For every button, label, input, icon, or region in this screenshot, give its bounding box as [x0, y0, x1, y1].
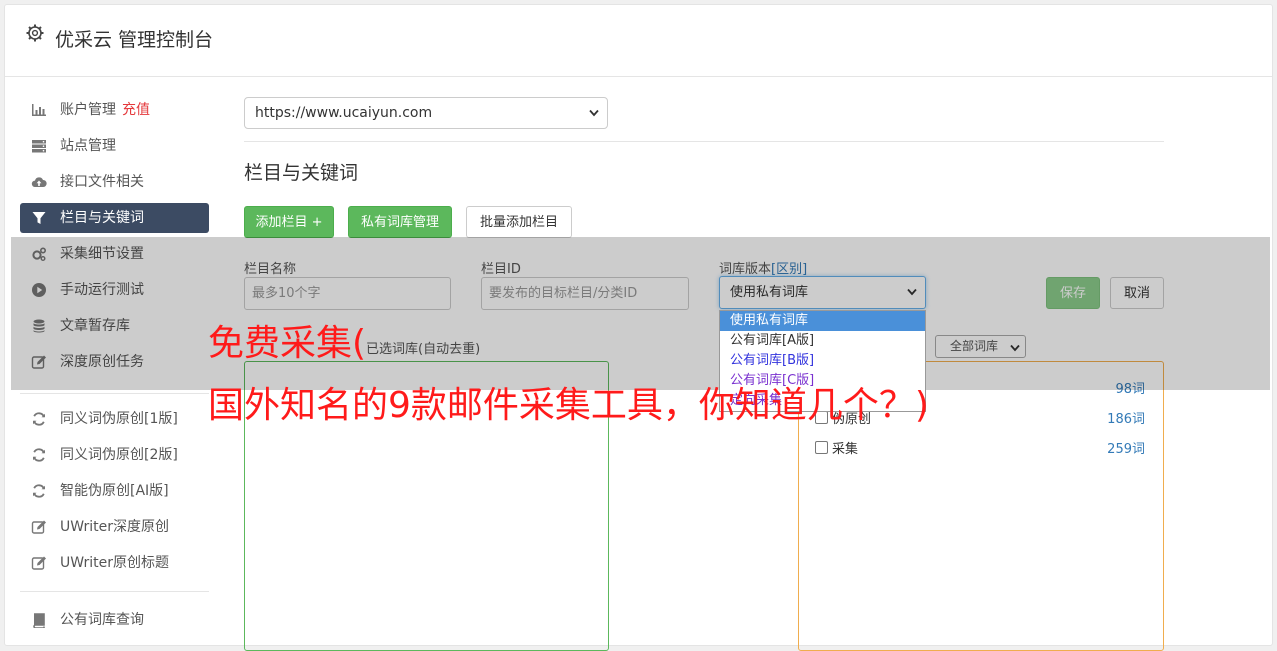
overlay-caption-line1: 免费采集( — [208, 323, 367, 364]
site-select-value: https://www.ucaiyun.com — [255, 105, 433, 121]
divider — [244, 141, 1164, 142]
sidebar-item-label: 接口文件相关 — [60, 174, 144, 190]
sidebar-divider — [20, 393, 209, 394]
site-select[interactable]: https://www.ucaiyun.com — [244, 97, 608, 129]
sidebar-item-label: UWriter原创标题 — [60, 555, 169, 571]
image-overlay — [11, 237, 1270, 390]
section-title: 栏目与关键词 — [244, 162, 359, 184]
filter-icon — [32, 212, 46, 224]
sidebar-item-account[interactable]: 账户管理 充值 — [20, 95, 209, 125]
lib-count: 186词 — [1107, 412, 1145, 427]
gear-icon — [26, 24, 44, 42]
dropdown-option[interactable]: 公有词库[A版] — [720, 331, 925, 351]
sidebar-item-public-lib-query[interactable]: 公有词库查询 — [20, 605, 209, 635]
sidebar-item-synonym-v2[interactable]: 同义词伪原创[2版] — [20, 440, 209, 470]
sidebar-item-label: 栏目与关键词 — [60, 210, 144, 226]
chevron-down-icon — [589, 109, 599, 117]
sidebar-item-interface-files[interactable]: 接口文件相关 — [20, 167, 209, 197]
page-title: 优采云 管理控制台 — [55, 29, 214, 51]
sidebar-item-uwriter-deep[interactable]: UWriter深度原创 — [20, 512, 209, 542]
private-lib-button[interactable]: 私有词库管理 — [348, 206, 452, 238]
bar-chart-icon — [32, 104, 46, 116]
sidebar-item-label: 同义词伪原创[1版] — [60, 411, 178, 427]
sidebar-item-label: 智能伪原创[AI版] — [60, 483, 169, 499]
dropdown-option[interactable]: 公有词库[B版] — [720, 351, 925, 371]
dropdown-option[interactable]: 使用私有词库 — [720, 311, 925, 331]
refresh-icon — [33, 412, 45, 426]
edit-icon — [31, 520, 46, 534]
refresh-icon — [33, 448, 45, 462]
lib-name: 采集 — [832, 442, 859, 457]
refresh-icon — [33, 484, 45, 498]
recharge-link[interactable]: 充值 — [122, 102, 150, 118]
sidebar-divider — [20, 591, 209, 592]
console-header: 优采云 管理控制台 — [5, 5, 1272, 77]
cloud-upload-icon — [31, 177, 47, 187]
sidebar-item-label: 账户管理 — [60, 102, 116, 118]
sidebar-item-label: 同义词伪原创[2版] — [60, 447, 178, 463]
server-icon — [32, 140, 46, 153]
list-item[interactable]: 采集 259词 — [815, 438, 1145, 458]
sidebar-item-label: UWriter深度原创 — [60, 519, 169, 535]
sidebar-item-sites[interactable]: 站点管理 — [20, 131, 209, 161]
sidebar-item-label: 公有词库查询 — [60, 612, 144, 628]
edit-icon — [31, 556, 46, 570]
batch-add-button[interactable]: 批量添加栏目 — [466, 206, 572, 238]
lib-count: 259词 — [1107, 442, 1145, 457]
add-column-button[interactable]: 添加栏目 + — [244, 206, 334, 238]
sidebar-item-columns-keywords[interactable]: 栏目与关键词 — [20, 203, 209, 233]
lib-checkbox[interactable] — [815, 441, 828, 454]
book-icon — [33, 613, 45, 628]
sidebar-item-ai-original[interactable]: 智能伪原创[AI版] — [20, 476, 209, 506]
sidebar-item-uwriter-title[interactable]: UWriter原创标题 — [20, 548, 209, 578]
sidebar-item-synonym-v1[interactable]: 同义词伪原创[1版] — [20, 404, 209, 434]
overlay-caption-line2: 国外知名的9款邮件采集工具，你知道几个？) — [208, 385, 929, 426]
sidebar-item-label: 站点管理 — [60, 138, 116, 154]
